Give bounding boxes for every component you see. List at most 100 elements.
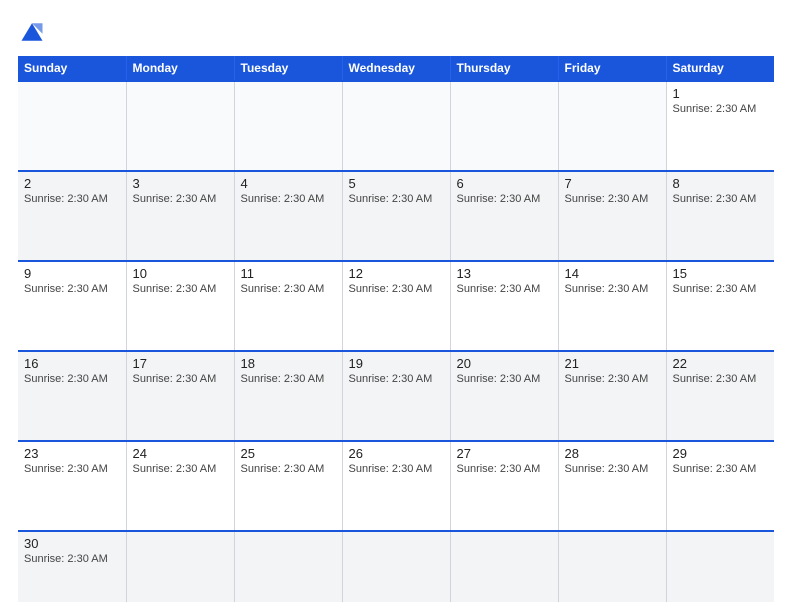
calendar-header-row: SundayMondayTuesdayWednesdayThursdayFrid… xyxy=(18,56,774,81)
day-header-thursday: Thursday xyxy=(450,56,558,81)
calendar-cell: 12 Sunrise: 2:30 AM xyxy=(342,261,450,351)
calendar-cell xyxy=(342,81,450,171)
calendar-row: 30 Sunrise: 2:30 AM xyxy=(18,531,774,602)
calendar-cell xyxy=(342,531,450,602)
day-number: 9 xyxy=(24,266,120,281)
sunrise-text: Sunrise: 2:30 AM xyxy=(349,373,433,385)
calendar-cell: 17 Sunrise: 2:30 AM xyxy=(126,351,234,441)
day-number: 2 xyxy=(24,176,120,191)
calendar-cell: 23Sunrise: 2:30 AM xyxy=(18,441,126,531)
calendar-cell: 18Sunrise: 2:30 AM xyxy=(234,351,342,441)
day-header-tuesday: Tuesday xyxy=(234,56,342,81)
sunrise-text: Sunrise: 2:30 AM xyxy=(457,463,541,475)
day-number: 16 xyxy=(24,356,120,371)
calendar-cell: 2 Sunrise: 2:30 AM xyxy=(18,171,126,261)
calendar: SundayMondayTuesdayWednesdayThursdayFrid… xyxy=(18,56,774,602)
calendar-cell: 4Sunrise: 2:30 AM xyxy=(234,171,342,261)
calendar-cell: 16 Sunrise: 2:30 AM xyxy=(18,351,126,441)
sunrise-text: Sunrise: 2:30 AM xyxy=(457,373,541,385)
calendar-row: 2Sunrise: 2:30 AM3Sunrise: 2:30 AM4Sunri… xyxy=(18,171,774,261)
day-number: 26 xyxy=(349,446,444,461)
sunrise-text: Sunrise: 2:30 AM xyxy=(133,373,217,385)
day-number: 4 xyxy=(241,176,336,191)
day-number: 25 xyxy=(241,446,336,461)
day-number: 1 xyxy=(673,86,769,101)
calendar-cell xyxy=(450,531,558,602)
calendar-cell: 27 Sunrise: 2:30 AM xyxy=(450,441,558,531)
day-number: 3 xyxy=(133,176,228,191)
calendar-cell: 25Sunrise: 2:30 AM xyxy=(234,441,342,531)
sunrise-text: Sunrise: 2:30 AM xyxy=(673,463,757,475)
sunrise-text: Sunrise: 2:30 AM xyxy=(349,283,433,295)
day-header-sunday: Sunday xyxy=(18,56,126,81)
calendar-cell xyxy=(450,81,558,171)
day-number: 11 xyxy=(241,266,336,281)
calendar-cell: 3Sunrise: 2:30 AM xyxy=(126,171,234,261)
calendar-row: 16Sunrise: 2:30 AM17Sunrise: 2:30 AM18Su… xyxy=(18,351,774,441)
sunrise-text: Sunrise: 2:30 AM xyxy=(349,193,433,205)
sunrise-text: Sunrise: 2:30 AM xyxy=(565,283,649,295)
day-header-saturday: Saturday xyxy=(666,56,774,81)
day-number: 6 xyxy=(457,176,552,191)
day-number: 21 xyxy=(565,356,660,371)
day-number: 20 xyxy=(457,356,552,371)
logo xyxy=(18,18,50,46)
calendar-cell: 21 Sunrise: 2:30 AM xyxy=(558,351,666,441)
sunrise-text: Sunrise: 2:30 AM xyxy=(457,283,541,295)
calendar-cell xyxy=(234,531,342,602)
calendar-cell: 29Sunrise: 2:30 AM xyxy=(666,441,774,531)
calendar-cell: 9Sunrise: 2:30 AM xyxy=(18,261,126,351)
day-number: 8 xyxy=(673,176,769,191)
day-number: 15 xyxy=(673,266,769,281)
calendar-cell xyxy=(126,531,234,602)
header xyxy=(18,18,774,46)
calendar-cell: 8 Sunrise: 2:30 AM xyxy=(666,171,774,261)
day-number: 10 xyxy=(133,266,228,281)
day-number: 23 xyxy=(24,446,120,461)
calendar-row: 23Sunrise: 2:30 AM24Sunrise: 2:30 AM25Su… xyxy=(18,441,774,531)
sunrise-text: Sunrise: 2:30 AM xyxy=(24,373,108,385)
day-number: 17 xyxy=(133,356,228,371)
sunrise-text: Sunrise: 2:30 AM xyxy=(457,193,541,205)
calendar-row: 1 Sunrise: 2:30 AM xyxy=(18,81,774,171)
calendar-cell: 22 Sunrise: 2:30 AM xyxy=(666,351,774,441)
sunrise-text: Sunrise: 2:30 AM xyxy=(133,463,217,475)
page: SundayMondayTuesdayWednesdayThursdayFrid… xyxy=(0,0,792,612)
calendar-cell xyxy=(18,81,126,171)
calendar-cell: 20 Sunrise: 2:30 AM xyxy=(450,351,558,441)
calendar-cell: 14 Sunrise: 2:30 AM xyxy=(558,261,666,351)
day-header-friday: Friday xyxy=(558,56,666,81)
calendar-cell: 26Sunrise: 2:30 AM xyxy=(342,441,450,531)
day-header-wednesday: Wednesday xyxy=(342,56,450,81)
calendar-cell xyxy=(558,81,666,171)
calendar-cell: 6 Sunrise: 2:30 AM xyxy=(450,171,558,261)
day-header-monday: Monday xyxy=(126,56,234,81)
logo-icon xyxy=(18,18,46,46)
calendar-cell: 13 Sunrise: 2:30 AM xyxy=(450,261,558,351)
day-number: 14 xyxy=(565,266,660,281)
calendar-cell: 7 Sunrise: 2:30 AM xyxy=(558,171,666,261)
calendar-cell xyxy=(126,81,234,171)
day-number: 30 xyxy=(24,536,120,551)
day-number: 27 xyxy=(457,446,552,461)
sunrise-text: Sunrise: 2:30 AM xyxy=(565,373,649,385)
day-number: 28 xyxy=(565,446,660,461)
sunrise-text: Sunrise: 2:30 AM xyxy=(673,103,757,115)
sunrise-text: Sunrise: 2:30 AM xyxy=(565,463,649,475)
calendar-cell: 11Sunrise: 2:30 AM xyxy=(234,261,342,351)
sunrise-text: Sunrise: 2:30 AM xyxy=(673,193,757,205)
calendar-cell xyxy=(558,531,666,602)
day-number: 7 xyxy=(565,176,660,191)
sunrise-text: Sunrise: 2:30 AM xyxy=(133,283,217,295)
sunrise-text: Sunrise: 2:30 AM xyxy=(673,373,757,385)
calendar-cell: 30 Sunrise: 2:30 AM xyxy=(18,531,126,602)
sunrise-text: Sunrise: 2:30 AM xyxy=(24,553,108,565)
day-number: 12 xyxy=(349,266,444,281)
sunrise-text: Sunrise: 2:30 AM xyxy=(565,193,649,205)
sunrise-text: Sunrise: 2:30 AM xyxy=(24,193,108,205)
day-number: 22 xyxy=(673,356,769,371)
calendar-cell xyxy=(234,81,342,171)
calendar-cell xyxy=(666,531,774,602)
day-number: 13 xyxy=(457,266,552,281)
day-number: 18 xyxy=(241,356,336,371)
